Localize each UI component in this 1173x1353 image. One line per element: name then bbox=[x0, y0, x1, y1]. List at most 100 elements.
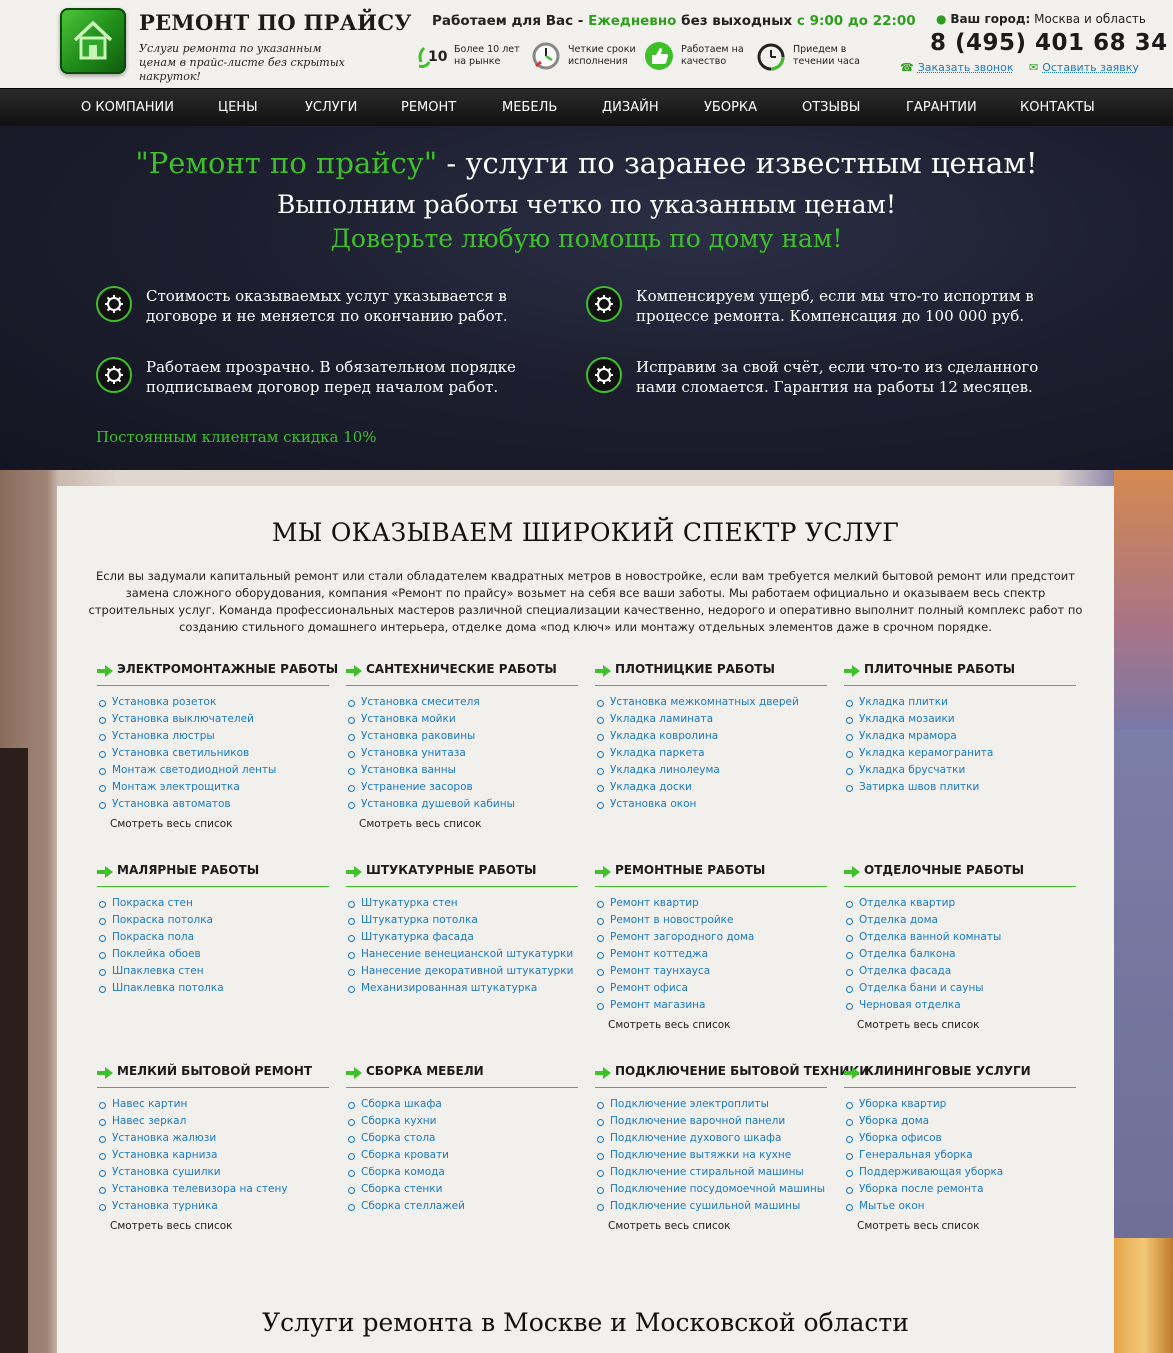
service-link[interactable]: Ремонт офиса bbox=[595, 982, 827, 999]
see-full-list-link[interactable]: Смотреть весь список bbox=[595, 1220, 827, 1232]
nav-item-prices[interactable]: ЦЕНЫ bbox=[218, 100, 258, 115]
service-link[interactable]: Покраска потолка bbox=[97, 914, 329, 931]
service-link[interactable]: Подключение стиральной машины bbox=[595, 1166, 827, 1183]
nav-item-reviews[interactable]: ОТЗЫВЫ bbox=[802, 100, 860, 115]
service-link[interactable]: Монтаж светодиодной ленты bbox=[97, 764, 329, 781]
service-link[interactable]: Установка ванны bbox=[346, 764, 578, 781]
service-link[interactable]: Уборка офисов bbox=[844, 1132, 1076, 1149]
service-link[interactable]: Штукатурка фасада bbox=[346, 931, 578, 948]
service-link[interactable]: Установка автоматов bbox=[97, 798, 329, 815]
nav-item-services[interactable]: УСЛУГИ bbox=[305, 100, 357, 115]
service-link[interactable]: Подключение вытяжки на кухне bbox=[595, 1149, 827, 1166]
service-link[interactable]: Сборка кровати bbox=[346, 1149, 578, 1166]
city-selector[interactable]: ● Ваш город: Москва и область bbox=[936, 12, 1146, 26]
service-link[interactable]: Мытье окон bbox=[844, 1200, 1076, 1217]
service-link[interactable]: Укладка доски bbox=[595, 781, 827, 798]
service-link[interactable]: Укладка линолеума bbox=[595, 764, 827, 781]
service-group-title[interactable]: РЕМОНТНЫЕ РАБОТЫ bbox=[615, 863, 765, 877]
service-link[interactable]: Сборка стола bbox=[346, 1132, 578, 1149]
service-link[interactable]: Навес картин bbox=[97, 1098, 329, 1115]
service-link[interactable]: Установка унитаза bbox=[346, 747, 578, 764]
service-link[interactable]: Установка турника bbox=[97, 1200, 329, 1217]
service-link[interactable]: Установка межкомнатных дверей bbox=[595, 696, 827, 713]
service-link[interactable]: Ремонт магазина bbox=[595, 999, 827, 1016]
service-link[interactable]: Генеральная уборка bbox=[844, 1149, 1076, 1166]
see-full-list-link[interactable]: Смотреть весь список bbox=[595, 1019, 827, 1031]
nav-item-repair[interactable]: РЕМОНТ bbox=[401, 100, 456, 115]
service-link[interactable]: Сборка стенки bbox=[346, 1183, 578, 1200]
service-link[interactable]: Покраска пола bbox=[97, 931, 329, 948]
service-link[interactable]: Монтаж электрощитка bbox=[97, 781, 329, 798]
service-link[interactable]: Укладка мрамора bbox=[844, 730, 1076, 747]
see-full-list-link[interactable]: Смотреть весь список bbox=[346, 818, 578, 830]
service-group-title[interactable]: ШТУКАТУРНЫЕ РАБОТЫ bbox=[366, 863, 537, 877]
see-full-list-link[interactable]: Смотреть весь список bbox=[97, 1220, 329, 1232]
service-link[interactable]: Отделка дома bbox=[844, 914, 1076, 931]
service-link[interactable]: Штукатурка стен bbox=[346, 897, 578, 914]
service-link[interactable]: Ремонт в новостройке bbox=[595, 914, 827, 931]
service-link[interactable]: Установка сушилки bbox=[97, 1166, 329, 1183]
service-link[interactable]: Штукатурка потолка bbox=[346, 914, 578, 931]
service-group-title[interactable]: ПОДКЛЮЧЕНИЕ БЫТОВОЙ ТЕХНИКИ bbox=[615, 1064, 869, 1078]
service-link[interactable]: Установка светильников bbox=[97, 747, 329, 764]
service-link[interactable]: Укладка мозаики bbox=[844, 713, 1076, 730]
service-link[interactable]: Установка телевизора на стену bbox=[97, 1183, 329, 1200]
service-group-title[interactable]: МЕЛКИЙ БЫТОВОЙ РЕМОНТ bbox=[117, 1064, 312, 1078]
service-link[interactable]: Поддерживающая уборка bbox=[844, 1166, 1076, 1183]
service-link[interactable]: Установка смесителя bbox=[346, 696, 578, 713]
service-group-title[interactable]: ПЛОТНИЦКИЕ РАБОТЫ bbox=[615, 662, 775, 676]
service-link[interactable]: Отделка фасада bbox=[844, 965, 1076, 982]
service-link[interactable]: Нанесение декоративной штукатурки bbox=[346, 965, 578, 982]
request-link[interactable]: Оставить заявку bbox=[1042, 61, 1139, 74]
see-full-list-link[interactable]: Смотреть весь список bbox=[844, 1220, 1076, 1232]
service-link[interactable]: Уборка после ремонта bbox=[844, 1183, 1076, 1200]
service-link[interactable]: Ремонт квартир bbox=[595, 897, 827, 914]
service-link[interactable]: Отделка бани и сауны bbox=[844, 982, 1076, 999]
service-link[interactable]: Укладка ковролина bbox=[595, 730, 827, 747]
service-link[interactable]: Уборка дома bbox=[844, 1115, 1076, 1132]
service-link[interactable]: Шпаклевка стен bbox=[97, 965, 329, 982]
see-full-list-link[interactable]: Смотреть весь список bbox=[844, 1019, 1076, 1031]
service-link[interactable]: Черновая отделка bbox=[844, 999, 1076, 1016]
service-group-title[interactable]: СБОРКА МЕБЕЛИ bbox=[366, 1064, 484, 1078]
service-link[interactable]: Устранение засоров bbox=[346, 781, 578, 798]
service-link[interactable]: Ремонт коттеджа bbox=[595, 948, 827, 965]
service-link[interactable]: Подключение сушильной машины bbox=[595, 1200, 827, 1217]
service-link[interactable]: Укладка брусчатки bbox=[844, 764, 1076, 781]
service-link[interactable]: Укладка плитки bbox=[844, 696, 1076, 713]
nav-item-furniture[interactable]: МЕБЕЛЬ bbox=[502, 100, 557, 115]
service-group-title[interactable]: ОТДЕЛОЧНЫЕ РАБОТЫ bbox=[864, 863, 1024, 877]
service-link[interactable]: Поклейка обоев bbox=[97, 948, 329, 965]
service-link[interactable]: Сборка шкафа bbox=[346, 1098, 578, 1115]
service-link[interactable]: Установка раковины bbox=[346, 730, 578, 747]
service-link[interactable]: Отделка квартир bbox=[844, 897, 1076, 914]
service-link[interactable]: Установка розеток bbox=[97, 696, 329, 713]
phone-number[interactable]: 8 (495) 401 68 34 bbox=[930, 30, 1168, 56]
service-link[interactable]: Установка окон bbox=[595, 798, 827, 815]
service-link[interactable]: Установка карниза bbox=[97, 1149, 329, 1166]
service-link[interactable]: Установка душевой кабины bbox=[346, 798, 578, 815]
service-link[interactable]: Механизированная штукатурка bbox=[346, 982, 578, 999]
service-link[interactable]: Отделка балкона bbox=[844, 948, 1076, 965]
service-link[interactable]: Затирка швов плитки bbox=[844, 781, 1076, 798]
service-group-title[interactable]: ЭЛЕКТРОМОНТАЖНЫЕ РАБОТЫ bbox=[117, 662, 338, 676]
service-group-title[interactable]: КЛИНИНГОВЫЕ УСЛУГИ bbox=[864, 1064, 1031, 1078]
nav-item-design[interactable]: ДИЗАЙН bbox=[602, 100, 659, 115]
nav-item-guarantee[interactable]: ГАРАНТИИ bbox=[906, 100, 977, 115]
service-link[interactable]: Подключение варочной панели bbox=[595, 1115, 827, 1132]
nav-item-cleaning[interactable]: УБОРКА bbox=[704, 100, 757, 115]
service-group-title[interactable]: САНТЕХНИЧЕСКИЕ РАБОТЫ bbox=[366, 662, 557, 676]
nav-item-contacts[interactable]: КОНТАКТЫ bbox=[1020, 100, 1095, 115]
nav-item-about[interactable]: О КОМПАНИИ bbox=[81, 100, 174, 115]
callback-link[interactable]: Заказать звонок bbox=[918, 61, 1014, 74]
service-link[interactable]: Подключение посудомоечной машины bbox=[595, 1183, 827, 1200]
service-link[interactable]: Установка люстры bbox=[97, 730, 329, 747]
service-link[interactable]: Укладка ламината bbox=[595, 713, 827, 730]
service-group-title[interactable]: МАЛЯРНЫЕ РАБОТЫ bbox=[117, 863, 259, 877]
service-link[interactable]: Укладка керамогранита bbox=[844, 747, 1076, 764]
service-group-title[interactable]: ПЛИТОЧНЫЕ РАБОТЫ bbox=[864, 662, 1015, 676]
service-link[interactable]: Уборка квартир bbox=[844, 1098, 1076, 1115]
service-link[interactable]: Установка жалюзи bbox=[97, 1132, 329, 1149]
service-link[interactable]: Сборка стеллажей bbox=[346, 1200, 578, 1217]
service-link[interactable]: Подключение электроплиты bbox=[595, 1098, 827, 1115]
